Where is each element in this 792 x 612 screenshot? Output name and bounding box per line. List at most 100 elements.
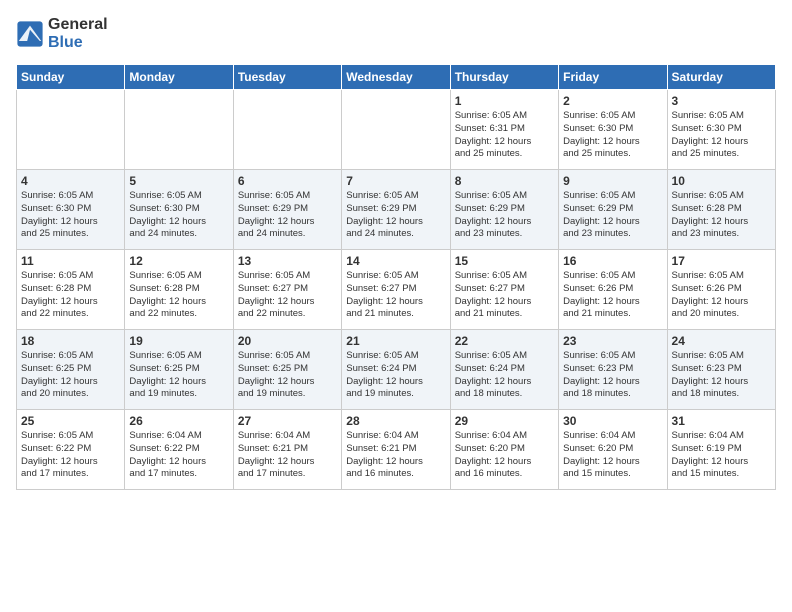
- day-info: Sunrise: 6:05 AM Sunset: 6:28 PM Dayligh…: [129, 270, 228, 321]
- day-info: Sunrise: 6:05 AM Sunset: 6:27 PM Dayligh…: [238, 270, 337, 321]
- day-info: Sunrise: 6:05 AM Sunset: 6:22 PM Dayligh…: [21, 430, 120, 481]
- calendar-cell: 5 Sunrise: 6:05 AM Sunset: 6:30 PM Daylig…: [125, 170, 233, 250]
- day-info: Sunrise: 6:05 AM Sunset: 6:27 PM Dayligh…: [455, 270, 554, 321]
- calendar-cell: 14 Sunrise: 6:05 AM Sunset: 6:27 PM Dayli…: [342, 250, 450, 330]
- calendar-cell: 3 Sunrise: 6:05 AM Sunset: 6:30 PM Daylig…: [667, 90, 775, 170]
- day-info: Sunrise: 6:05 AM Sunset: 6:29 PM Dayligh…: [563, 190, 662, 241]
- day-number: 3: [672, 94, 771, 108]
- day-info: Sunrise: 6:05 AM Sunset: 6:30 PM Dayligh…: [563, 110, 662, 161]
- calendar-week-row: 1 Sunrise: 6:05 AM Sunset: 6:31 PM Daylig…: [17, 90, 776, 170]
- calendar-cell: 25 Sunrise: 6:05 AM Sunset: 6:22 PM Dayli…: [17, 410, 125, 490]
- day-number: 21: [346, 334, 445, 348]
- day-info: Sunrise: 6:05 AM Sunset: 6:30 PM Dayligh…: [21, 190, 120, 241]
- day-info: Sunrise: 6:05 AM Sunset: 6:25 PM Dayligh…: [21, 350, 120, 401]
- day-number: 29: [455, 414, 554, 428]
- day-info: Sunrise: 6:04 AM Sunset: 6:19 PM Dayligh…: [672, 430, 771, 481]
- day-number: 27: [238, 414, 337, 428]
- day-number: 13: [238, 254, 337, 268]
- calendar-cell: 16 Sunrise: 6:05 AM Sunset: 6:26 PM Dayli…: [559, 250, 667, 330]
- day-info: Sunrise: 6:05 AM Sunset: 6:24 PM Dayligh…: [346, 350, 445, 401]
- calendar-week-row: 4Sunrise: 6:05 AM Sunset: 6:30 PM Daylig…: [17, 170, 776, 250]
- calendar-cell: 7 Sunrise: 6:05 AM Sunset: 6:29 PM Daylig…: [342, 170, 450, 250]
- day-info: Sunrise: 6:05 AM Sunset: 6:27 PM Dayligh…: [346, 270, 445, 321]
- day-info: Sunrise: 6:05 AM Sunset: 6:23 PM Dayligh…: [563, 350, 662, 401]
- day-info: Sunrise: 6:04 AM Sunset: 6:20 PM Dayligh…: [455, 430, 554, 481]
- day-number: 24: [672, 334, 771, 348]
- day-number: 18: [21, 334, 120, 348]
- day-number: 23: [563, 334, 662, 348]
- day-number: 30: [563, 414, 662, 428]
- day-number: 9: [563, 174, 662, 188]
- calendar-cell: 9 Sunrise: 6:05 AM Sunset: 6:29 PM Daylig…: [559, 170, 667, 250]
- day-number: 14: [346, 254, 445, 268]
- calendar-week-row: 25 Sunrise: 6:05 AM Sunset: 6:22 PM Dayli…: [17, 410, 776, 490]
- weekday-header: Tuesday: [233, 65, 341, 90]
- weekday-header: Sunday: [17, 65, 125, 90]
- calendar-cell: 28 Sunrise: 6:04 AM Sunset: 6:21 PM Dayli…: [342, 410, 450, 490]
- calendar-cell: 19 Sunrise: 6:05 AM Sunset: 6:25 PM Dayli…: [125, 330, 233, 410]
- day-number: 10: [672, 174, 771, 188]
- logo-text: General Blue: [48, 16, 108, 52]
- day-info: Sunrise: 6:04 AM Sunset: 6:21 PM Dayligh…: [238, 430, 337, 481]
- day-number: 16: [563, 254, 662, 268]
- calendar-cell: [125, 90, 233, 170]
- calendar-week-row: 18 Sunrise: 6:05 AM Sunset: 6:25 PM Dayli…: [17, 330, 776, 410]
- calendar-cell: 6Sunrise: 6:05 AM Sunset: 6:29 PM Daylig…: [233, 170, 341, 250]
- day-info: Sunrise: 6:05 AM Sunset: 6:30 PM Dayligh…: [129, 190, 228, 241]
- calendar-week-row: 11 Sunrise: 6:05 AM Sunset: 6:28 PM Dayli…: [17, 250, 776, 330]
- calendar-cell: 8Sunrise: 6:05 AM Sunset: 6:29 PM Daylig…: [450, 170, 558, 250]
- day-number: 1: [455, 94, 554, 108]
- calendar-cell: 30 Sunrise: 6:04 AM Sunset: 6:20 PM Dayli…: [559, 410, 667, 490]
- day-number: 26: [129, 414, 228, 428]
- day-info: Sunrise: 6:05 AM Sunset: 6:28 PM Dayligh…: [672, 190, 771, 241]
- calendar-cell: 12 Sunrise: 6:05 AM Sunset: 6:28 PM Dayli…: [125, 250, 233, 330]
- calendar-cell: 22Sunrise: 6:05 AM Sunset: 6:24 PM Dayli…: [450, 330, 558, 410]
- day-info: Sunrise: 6:05 AM Sunset: 6:29 PM Dayligh…: [238, 190, 337, 241]
- day-number: 2: [563, 94, 662, 108]
- logo: General Blue: [16, 16, 108, 52]
- day-info: Sunrise: 6:05 AM Sunset: 6:23 PM Dayligh…: [672, 350, 771, 401]
- day-info: Sunrise: 6:04 AM Sunset: 6:20 PM Dayligh…: [563, 430, 662, 481]
- calendar-table: SundayMondayTuesdayWednesdayThursdayFrid…: [16, 64, 776, 490]
- day-info: Sunrise: 6:04 AM Sunset: 6:21 PM Dayligh…: [346, 430, 445, 481]
- calendar-cell: 15 Sunrise: 6:05 AM Sunset: 6:27 PM Dayli…: [450, 250, 558, 330]
- calendar-cell: 27 Sunrise: 6:04 AM Sunset: 6:21 PM Dayli…: [233, 410, 341, 490]
- calendar-cell: 1 Sunrise: 6:05 AM Sunset: 6:31 PM Daylig…: [450, 90, 558, 170]
- day-number: 25: [21, 414, 120, 428]
- day-number: 28: [346, 414, 445, 428]
- day-number: 15: [455, 254, 554, 268]
- calendar-cell: 11Sunrise: 6:05 AM Sunset: 6:28 PM Dayli…: [17, 250, 125, 330]
- calendar-cell: [233, 90, 341, 170]
- day-number: 11: [21, 254, 120, 268]
- day-number: 12: [129, 254, 228, 268]
- calendar-cell: 4Sunrise: 6:05 AM Sunset: 6:30 PM Daylig…: [17, 170, 125, 250]
- calendar-cell: 31 Sunrise: 6:04 AM Sunset: 6:19 PM Dayli…: [667, 410, 775, 490]
- calendar-cell: 17Sunrise: 6:05 AM Sunset: 6:26 PM Dayli…: [667, 250, 775, 330]
- day-info: Sunrise: 6:05 AM Sunset: 6:31 PM Dayligh…: [455, 110, 554, 161]
- calendar-cell: 18 Sunrise: 6:05 AM Sunset: 6:25 PM Dayli…: [17, 330, 125, 410]
- calendar-cell: 26Sunrise: 6:04 AM Sunset: 6:22 PM Dayli…: [125, 410, 233, 490]
- logo-icon: [16, 20, 44, 48]
- day-number: 19: [129, 334, 228, 348]
- calendar-cell: 23 Sunrise: 6:05 AM Sunset: 6:23 PM Dayli…: [559, 330, 667, 410]
- calendar-cell: 10 Sunrise: 6:05 AM Sunset: 6:28 PM Dayli…: [667, 170, 775, 250]
- day-info: Sunrise: 6:05 AM Sunset: 6:24 PM Dayligh…: [455, 350, 554, 401]
- day-number: 20: [238, 334, 337, 348]
- day-info: Sunrise: 6:05 AM Sunset: 6:29 PM Dayligh…: [346, 190, 445, 241]
- day-info: Sunrise: 6:05 AM Sunset: 6:30 PM Dayligh…: [672, 110, 771, 161]
- calendar-cell: [17, 90, 125, 170]
- weekday-header-row: SundayMondayTuesdayWednesdayThursdayFrid…: [17, 65, 776, 90]
- calendar-cell: 13 Sunrise: 6:05 AM Sunset: 6:27 PM Dayli…: [233, 250, 341, 330]
- calendar-cell: 2 Sunrise: 6:05 AM Sunset: 6:30 PM Daylig…: [559, 90, 667, 170]
- day-info: Sunrise: 6:05 AM Sunset: 6:26 PM Dayligh…: [563, 270, 662, 321]
- calendar-cell: 24 Sunrise: 6:05 AM Sunset: 6:23 PM Dayli…: [667, 330, 775, 410]
- day-number: 31: [672, 414, 771, 428]
- day-info: Sunrise: 6:05 AM Sunset: 6:25 PM Dayligh…: [129, 350, 228, 401]
- day-info: Sunrise: 6:05 AM Sunset: 6:29 PM Dayligh…: [455, 190, 554, 241]
- weekday-header: Thursday: [450, 65, 558, 90]
- calendar-cell: 20Sunrise: 6:05 AM Sunset: 6:25 PM Dayli…: [233, 330, 341, 410]
- day-number: 5: [129, 174, 228, 188]
- day-info: Sunrise: 6:05 AM Sunset: 6:26 PM Dayligh…: [672, 270, 771, 321]
- day-number: 7: [346, 174, 445, 188]
- calendar-cell: 29 Sunrise: 6:04 AM Sunset: 6:20 PM Dayli…: [450, 410, 558, 490]
